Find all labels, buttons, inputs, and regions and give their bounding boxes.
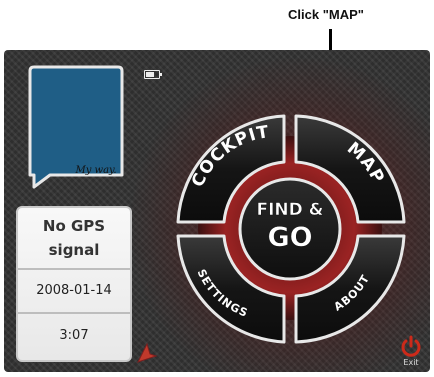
find-and-go-line2: GO [267,222,312,253]
gps-status: No GPS signal [22,214,126,262]
annotation-text: Click "MAP" [288,7,364,22]
date-value: 2008-01-14 [36,283,112,298]
divider [18,312,130,314]
find-and-go-line1: FIND & [256,200,323,220]
my-way-logo: My way. [28,65,124,189]
power-icon [401,335,421,357]
status-panel: No GPS signal 2008-01-14 3:07 [16,206,132,362]
battery-icon [144,70,162,79]
navigation-arrow-icon [137,342,158,363]
exit-button[interactable]: Exit [396,334,426,368]
gps-screen: COCKPIT MAP SETTINGS ABOUT FIND & GO My … [4,50,430,372]
gps-status-line2: signal [48,241,100,259]
gps-status-line1: No GPS [42,217,106,235]
exit-label: Exit [403,358,419,367]
divider [18,268,130,270]
find-and-go-button[interactable]: FIND & GO [238,177,342,281]
time-value: 3:07 [59,328,89,343]
logo-text: My way. [74,165,116,176]
